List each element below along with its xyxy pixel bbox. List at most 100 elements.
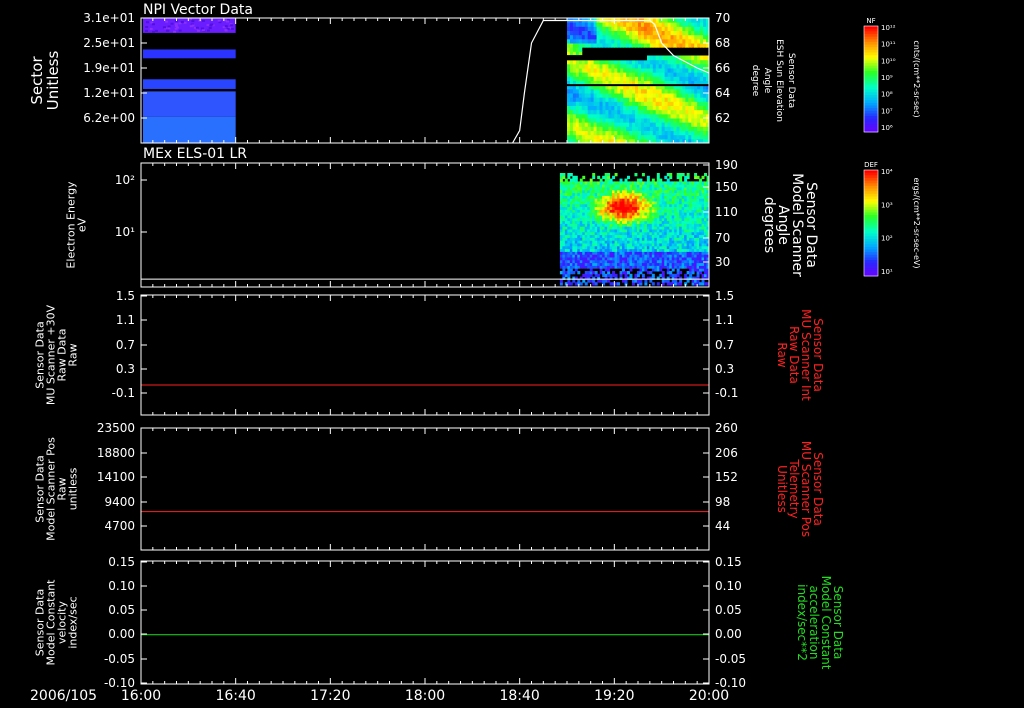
npi-cell [593, 122, 598, 127]
left-axis-label: Electron EnergyeV [65, 181, 89, 269]
right-y-tick-label: 66 [715, 61, 730, 75]
left-axis-label-line: Unitless [44, 51, 62, 111]
npi-cell [620, 113, 624, 119]
npi-cell [655, 93, 660, 98]
npi-cell [602, 134, 606, 140]
npi-cell [602, 122, 606, 127]
npi-cell [226, 20, 230, 23]
npi-cell [620, 43, 624, 48]
npi-cell [611, 63, 615, 69]
npi-cell [605, 43, 609, 48]
els-cell [592, 173, 596, 177]
npi-cell [694, 30, 698, 36]
npi-cell [602, 38, 606, 44]
npi-cell [661, 113, 666, 119]
npi-cell [658, 76, 663, 81]
npi-cell [611, 72, 615, 77]
npi-cell [581, 93, 586, 98]
npi-cell [620, 34, 624, 40]
npi-cell [643, 101, 648, 106]
npi-cell [685, 97, 689, 102]
npi-cell [617, 72, 621, 77]
npi-cell [599, 105, 603, 111]
npi-cell [587, 122, 592, 127]
npi-cell [167, 27, 171, 30]
npi-cell [661, 59, 666, 65]
npi-cell [584, 68, 589, 73]
npi-cell [581, 88, 586, 94]
npi-cell [658, 118, 663, 123]
npi-cell [694, 26, 698, 31]
npi-cell [605, 38, 609, 44]
npi-cell [652, 97, 657, 102]
npi-cell [608, 63, 612, 69]
npi-cell [664, 59, 669, 65]
npi-cell [652, 130, 657, 136]
npi-cell [629, 93, 633, 98]
left-axis-label-line: eV [76, 217, 89, 232]
npi-cell [605, 59, 609, 65]
els-cell [607, 173, 611, 177]
npi-cell [682, 109, 686, 115]
npi-cell [599, 97, 603, 102]
npi-cell [572, 109, 577, 115]
npi-cell [572, 88, 577, 94]
npi-cell [703, 59, 707, 65]
npi-cell [590, 113, 595, 119]
npi-cell [590, 97, 595, 102]
npi-cell [667, 122, 672, 127]
npi-cell [569, 72, 574, 77]
npi-cell [694, 130, 698, 136]
npi-cell [575, 34, 580, 40]
npi-cell [661, 122, 666, 127]
x-tick-label: 16:00 [121, 688, 161, 704]
right-y-tick-label: 206 [715, 446, 738, 460]
npi-cell [658, 126, 663, 131]
y-tick-label: 6.2e+00 [83, 111, 135, 125]
npi-cell [661, 97, 666, 102]
npi-cell [661, 118, 666, 123]
npi-cell [664, 26, 669, 31]
npi-cell [584, 126, 589, 131]
npi-cell [646, 38, 651, 44]
npi-cell [691, 34, 695, 40]
npi-cell [587, 34, 592, 40]
colorbar-title: DEF [864, 161, 878, 169]
npi-cell [646, 130, 651, 136]
npi-cell [655, 105, 660, 111]
npi-cell [640, 130, 645, 136]
right-axis-label: Sensor DataESH Sun ElevationAngledegree [750, 39, 796, 122]
npi-cell [572, 101, 577, 106]
left-axis-label-line: index/sec [67, 596, 80, 648]
npi-cell [201, 29, 205, 32]
right-axis-label: Sensor DataModel Constantaccelerationind… [795, 576, 845, 670]
npi-cell [587, 22, 592, 27]
npi-cell [596, 59, 601, 65]
npi-cell [617, 43, 621, 48]
npi-cell [608, 122, 612, 127]
npi-cell [685, 68, 689, 73]
els-cell [669, 173, 673, 177]
npi-cell [617, 109, 621, 115]
npi-cell [691, 38, 695, 44]
npi-cell [587, 68, 592, 73]
npi-cell [703, 130, 707, 136]
x-tick-label: 17:20 [310, 688, 350, 704]
npi-cell [655, 109, 660, 115]
npi-cell [230, 24, 234, 27]
npi-cell [676, 101, 680, 106]
npi-cell [673, 126, 677, 131]
npi-cell [685, 101, 689, 106]
npi-cell [688, 22, 692, 27]
npi-cell [694, 122, 698, 127]
npi-cell [614, 118, 618, 123]
npi-cell [664, 72, 669, 77]
npi-cell [611, 101, 615, 106]
npi-cell [224, 25, 228, 28]
npi-cell [697, 76, 701, 81]
els-cell [626, 175, 630, 180]
npi-cell [682, 88, 686, 94]
npi-cell [664, 105, 669, 111]
npi-cell [676, 76, 680, 81]
npi-cell [587, 88, 592, 94]
